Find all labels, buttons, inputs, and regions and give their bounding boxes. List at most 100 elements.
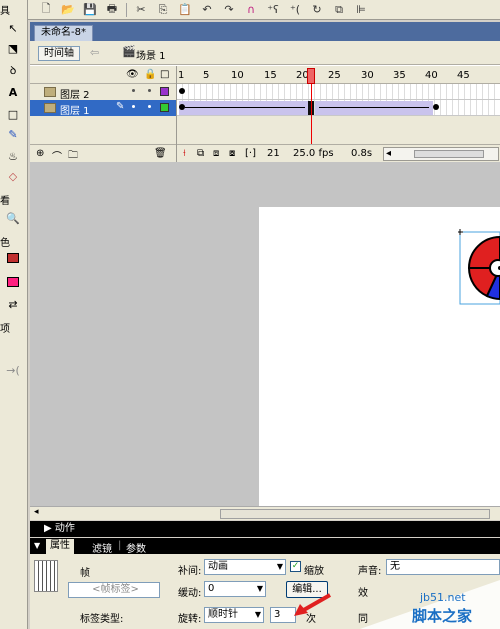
document-window: 未命名-8* 时间轴 ⇦ 🎬 场景 1 👁 🔒 □ 图层 2 图层 1 ✎ ⊕ … — [30, 22, 500, 520]
scene-label[interactable]: 场景 1 — [136, 47, 166, 62]
layer-row-selected[interactable]: 图层 1 ✎ — [30, 100, 176, 117]
rotate-icon[interactable]: ↻ — [309, 2, 325, 18]
tab-parameters[interactable]: 参数 — [126, 540, 146, 555]
copy-icon[interactable]: ⎘ — [155, 2, 171, 18]
frame-row-layer1[interactable] — [177, 100, 500, 116]
swap-colors-icon[interactable]: ⇄ — [2, 296, 24, 312]
expand-arrow-icon: ▶ — [44, 523, 55, 534]
layer-row[interactable]: 图层 2 — [30, 84, 176, 101]
center-frame-icon[interactable]: ⟊ — [183, 148, 186, 159]
keyframe[interactable] — [179, 104, 185, 110]
add-layer-icon[interactable]: ⊕ — [36, 148, 44, 159]
ruler-tick-label: 1 — [178, 70, 185, 81]
layer-icon — [44, 103, 56, 113]
scale-icon[interactable]: ⧉ — [331, 2, 347, 18]
subselection-tool-icon[interactable]: ⬔ — [2, 40, 24, 56]
smooth-icon[interactable]: ⁺ʕ — [265, 2, 281, 18]
frame-thumbnail-icon — [34, 560, 58, 592]
layer-name[interactable]: 图层 2 — [60, 86, 90, 101]
paste-icon[interactable]: 📋 — [177, 2, 193, 18]
ease-field[interactable]: 0 ▼ — [204, 581, 266, 597]
lock-icon[interactable]: 🔒 — [144, 69, 156, 80]
playhead[interactable] — [307, 68, 315, 84]
lasso-tool-icon[interactable]: ꝺ — [2, 62, 24, 78]
eye-icon[interactable]: 👁 — [126, 69, 139, 80]
snap-magnet-icon[interactable]: ∩ — [243, 2, 259, 18]
properties-tabs: ▼ 属性 滤镜 | 参数 — [30, 538, 500, 555]
current-frame: 21 — [267, 148, 280, 159]
layer-icon — [44, 87, 56, 97]
visibility-dot[interactable] — [132, 89, 135, 92]
motion-tween[interactable] — [315, 101, 433, 115]
motion-tween[interactable] — [179, 101, 309, 115]
toolbar-divider — [126, 2, 127, 17]
keyframe[interactable] — [179, 88, 185, 94]
timeline-toggle-button[interactable]: 时间轴 — [38, 46, 80, 61]
rotate-value: 顺时针 — [208, 609, 238, 620]
stroke-color-icon[interactable] — [2, 250, 24, 266]
rectangle-tool-icon[interactable]: □ — [2, 106, 24, 122]
rotate-select[interactable]: 顺时针 ▼ — [204, 607, 264, 623]
sound-select[interactable]: 无 — [386, 559, 500, 575]
align-icon[interactable]: ⊫ — [353, 2, 369, 18]
visibility-dot[interactable] — [132, 105, 135, 108]
add-guide-icon[interactable]: ⌒ — [52, 148, 62, 163]
collapse-arrow-icon[interactable]: ▼ — [34, 541, 40, 550]
selection-tool-icon[interactable]: ↖ — [2, 20, 24, 36]
stage-scroll-thumb[interactable] — [220, 509, 490, 519]
ease-value: 0 — [208, 583, 215, 594]
options-section-label: 项 — [0, 324, 10, 335]
redo-icon[interactable]: ↷ — [221, 2, 237, 18]
outline-color-square[interactable] — [160, 103, 169, 112]
lock-dot[interactable] — [148, 105, 151, 108]
timeline-scrollbar[interactable]: ◂ — [383, 147, 499, 161]
tween-arrow — [319, 107, 429, 108]
modify-markers-icon[interactable]: [·] — [245, 148, 256, 159]
wheel-graphic[interactable] — [458, 229, 500, 305]
edit-multiple-icon[interactable]: ⧇ — [229, 148, 235, 159]
actions-panel-header[interactable]: ▶ 动作 — [30, 521, 500, 537]
paint-bucket-tool-icon[interactable]: ♨ — [2, 148, 24, 164]
new-icon[interactable]: 🗋 — [38, 2, 54, 18]
stage-area[interactable] — [30, 162, 500, 506]
open-icon[interactable]: 📂 — [60, 2, 76, 18]
tab-filters[interactable]: 滤镜 — [92, 540, 112, 555]
fill-color-icon[interactable] — [2, 274, 24, 290]
outline-icon[interactable]: □ — [160, 69, 169, 80]
tween-select[interactable]: 动画 ▼ — [204, 559, 286, 575]
frame-name-field[interactable]: <帧标签> — [68, 582, 160, 598]
onion-skin-icon[interactable]: ⧉ — [197, 148, 204, 159]
undo-icon[interactable]: ↶ — [199, 2, 215, 18]
save-icon[interactable]: 💾 — [82, 2, 98, 18]
scroll-left-icon[interactable]: ◂ — [34, 507, 39, 517]
frames-area[interactable]: 1 5 10 15 20 25 30 35 40 45 ⟊ ⧉ ⧈ ⧇ [·] … — [176, 66, 500, 162]
keyframe[interactable] — [433, 104, 439, 110]
outline-color-square[interactable] — [160, 87, 169, 96]
main-toolbar: 🗋 📂 💾 🖶 ✂ ⎘ 📋 ↶ ↷ ∩ ⁺ʕ ⁺( ↻ ⧉ ⊫ — [28, 0, 500, 20]
snap-option-icon[interactable]: →( — [2, 362, 24, 378]
document-tab[interactable]: 未命名-8* — [34, 25, 93, 41]
stage-horizontal-scrollbar[interactable]: ◂ — [30, 506, 500, 520]
cut-icon[interactable]: ✂ — [133, 2, 149, 18]
brush-tool-icon[interactable]: ✎ — [2, 126, 24, 142]
straighten-icon[interactable]: ⁺( — [287, 2, 303, 18]
lock-dot[interactable] — [148, 89, 151, 92]
back-arrow-icon[interactable]: ⇦ — [90, 46, 99, 59]
delete-layer-icon[interactable]: 🗑 — [154, 148, 167, 159]
text-tool-icon[interactable]: A — [2, 84, 24, 100]
eraser-tool-icon[interactable]: ◇ — [2, 168, 24, 184]
watermark-logo-text: 脚本之家 — [412, 607, 473, 625]
frame-rate[interactable]: 25.0 fps — [293, 148, 334, 159]
timeline-scroll-thumb[interactable] — [414, 150, 484, 158]
zoom-tool-icon[interactable]: 🔍 — [2, 210, 24, 226]
frame-row-layer2[interactable] — [177, 84, 500, 100]
print-icon[interactable]: 🖶 — [104, 2, 120, 18]
tab-properties[interactable]: 属性 — [46, 539, 74, 554]
scale-checkbox[interactable]: ✓ — [290, 561, 301, 572]
layer-name[interactable]: 图层 1 — [60, 102, 90, 117]
scroll-left-icon[interactable]: ◂ — [386, 148, 391, 160]
tween-value: 动画 — [208, 561, 228, 572]
elapsed-time: 0.8s — [351, 148, 373, 159]
frame-ruler[interactable]: 1 5 10 15 20 25 30 35 40 45 — [177, 66, 500, 84]
onion-outline-icon[interactable]: ⧈ — [213, 148, 219, 159]
